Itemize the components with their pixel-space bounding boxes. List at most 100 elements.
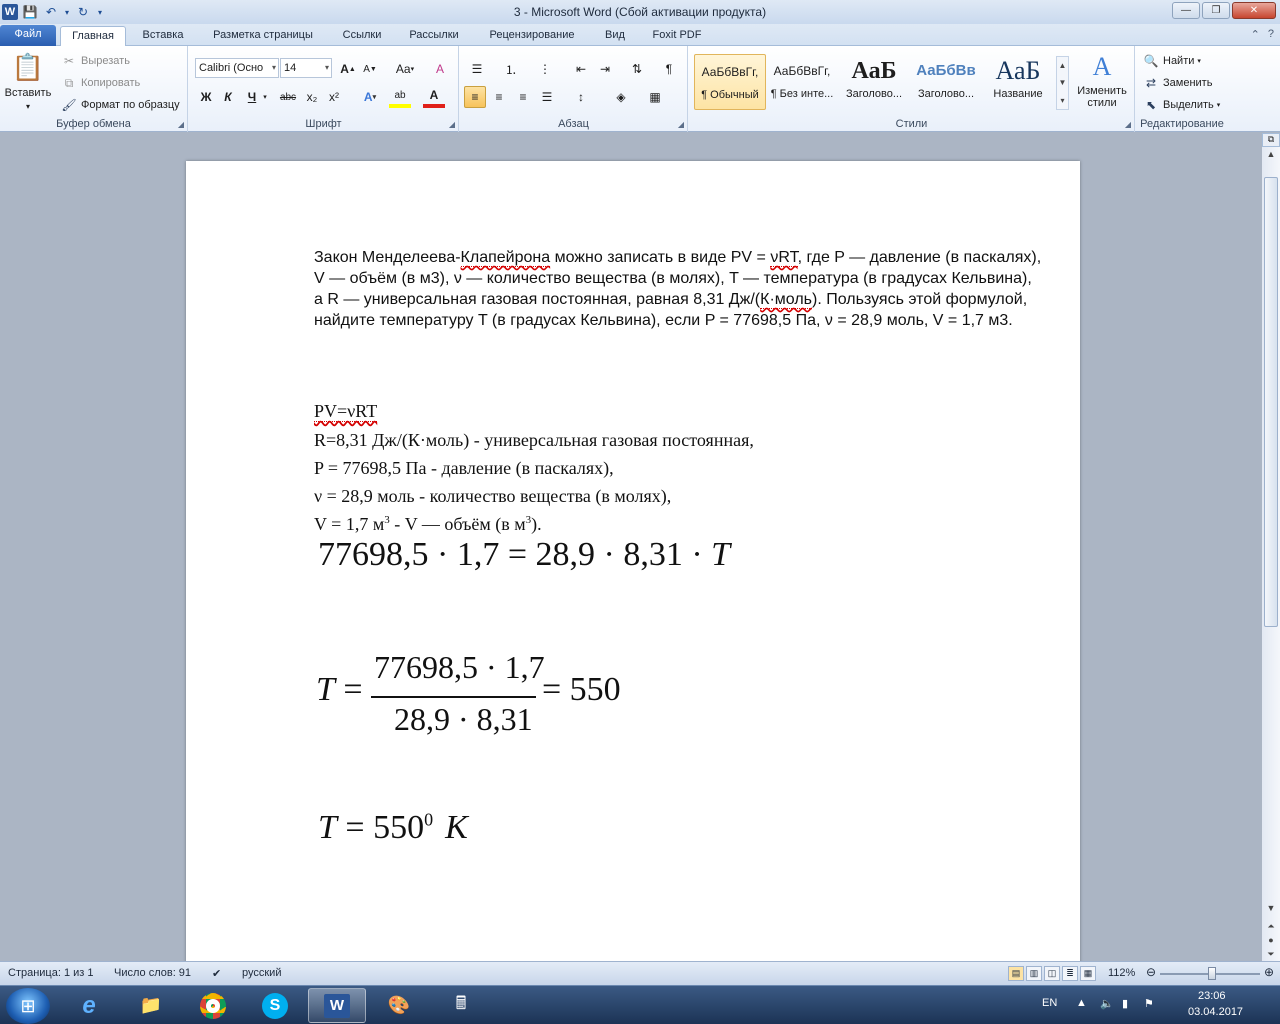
equation-3[interactable]: T = 5500 K bbox=[318, 809, 468, 847]
superscript-button[interactable]: x² bbox=[323, 86, 345, 108]
page-count[interactable]: Страница: 1 из 1 bbox=[8, 967, 94, 979]
clock-time[interactable]: 23:06 bbox=[1198, 990, 1226, 1002]
style-no-spacing[interactable]: АаБбВвГг, ¶ Без инте... bbox=[766, 54, 838, 110]
document-page[interactable]: Закон Менделеева-Клапейрона можно записа… bbox=[186, 161, 1080, 961]
document-area[interactable]: Закон Менделеева-Клапейрона можно записа… bbox=[0, 133, 1262, 961]
clear-formatting-button[interactable]: A bbox=[429, 58, 451, 80]
next-page-icon[interactable]: ⏷ bbox=[1264, 947, 1278, 961]
bold-button[interactable]: Ж bbox=[195, 86, 217, 108]
font-name-dropdown-icon[interactable]: ▾ bbox=[272, 59, 276, 77]
clipboard-dialog-launcher-icon[interactable]: ◢ bbox=[178, 120, 184, 129]
tab-references[interactable]: Ссылки bbox=[334, 26, 390, 46]
taskbar-word[interactable]: W bbox=[308, 988, 366, 1023]
line-spacing-button[interactable]: ↕ bbox=[570, 86, 592, 108]
sort-button[interactable]: ⇅ bbox=[626, 58, 648, 80]
font-color-button[interactable]: A bbox=[423, 86, 445, 108]
change-styles-button[interactable]: A Изменить стили bbox=[1073, 52, 1131, 110]
style-normal[interactable]: АаБбВвГг, ¶ Обычный bbox=[694, 54, 766, 110]
previous-page-icon[interactable]: ⏶ bbox=[1264, 919, 1278, 933]
problem-paragraph[interactable]: Закон Менделеева-Клапейрона можно записа… bbox=[314, 247, 1044, 331]
gas-constant-line[interactable]: R=8,31 Дж/(К·моль) - универсальная газов… bbox=[314, 430, 754, 451]
amount-line[interactable]: ν = 28,9 моль - количество вещества (в м… bbox=[314, 486, 671, 507]
format-painter-button[interactable]: 🖌 Формат по образцу bbox=[60, 96, 179, 114]
browse-object-icon[interactable]: ● bbox=[1264, 933, 1278, 947]
zoom-out-icon[interactable]: ⊖ bbox=[1146, 965, 1156, 979]
zoom-level[interactable]: 112% bbox=[1108, 967, 1135, 979]
shrink-font-button[interactable]: A ▼ bbox=[359, 58, 381, 80]
network-icon[interactable]: ▮ bbox=[1122, 997, 1128, 1010]
style-heading2[interactable]: АаБбВв Заголово... bbox=[910, 54, 982, 110]
numbering-button[interactable]: ⒈ bbox=[500, 58, 522, 80]
justify-button[interactable]: ☰ bbox=[536, 86, 558, 108]
subscript-button[interactable]: x₂ bbox=[301, 86, 323, 108]
web-layout-view-icon[interactable]: ◫ bbox=[1044, 966, 1060, 981]
increase-indent-button[interactable]: ⇥ bbox=[594, 58, 616, 80]
strikethrough-button[interactable]: abc bbox=[277, 86, 299, 108]
italic-button[interactable]: К bbox=[217, 86, 239, 108]
multilevel-list-button[interactable]: ⋮ bbox=[534, 58, 556, 80]
print-layout-view-icon[interactable]: ▤ bbox=[1008, 966, 1024, 981]
zoom-in-icon[interactable]: ⊕ bbox=[1264, 965, 1274, 979]
zoom-slider-thumb[interactable] bbox=[1208, 967, 1216, 980]
style-title[interactable]: АаБ Название bbox=[982, 54, 1054, 110]
select-button[interactable]: ⬉ Выделить ▾ bbox=[1142, 96, 1220, 114]
formula-line[interactable]: PV=νRT bbox=[314, 401, 378, 422]
close-button[interactable]: ✕ bbox=[1232, 2, 1276, 19]
show-marks-button[interactable]: ¶ bbox=[658, 58, 680, 80]
draft-view-icon[interactable]: ▦ bbox=[1080, 966, 1096, 981]
font-size-combo[interactable]: 14 ▾ bbox=[280, 58, 332, 78]
spellcheck-word[interactable]: К·моль bbox=[760, 291, 812, 309]
style-heading1[interactable]: АаБ Заголово... bbox=[838, 54, 910, 110]
align-left-button[interactable]: ≡ bbox=[464, 86, 486, 108]
underline-dropdown-icon[interactable]: ▾ bbox=[259, 86, 271, 108]
styles-scroll[interactable]: ▲ ▼ ▾ bbox=[1056, 56, 1069, 110]
start-button[interactable]: ⊞ bbox=[6, 988, 50, 1024]
styles-up-icon[interactable]: ▲ bbox=[1059, 61, 1067, 70]
scroll-up-icon[interactable]: ▲ bbox=[1264, 147, 1278, 161]
spellcheck-word[interactable]: Клапейрона bbox=[460, 249, 551, 267]
scroll-down-icon[interactable]: ▼ bbox=[1264, 901, 1278, 915]
spellcheck-word[interactable]: νRT bbox=[770, 249, 798, 267]
reading-view-icon[interactable]: ▥ bbox=[1026, 966, 1042, 981]
tab-mailings[interactable]: Рассылки bbox=[400, 26, 468, 46]
pressure-line[interactable]: P = 77698,5 Па - давление (в паскалях), bbox=[314, 458, 614, 479]
show-hidden-icons-icon[interactable]: ▲ bbox=[1076, 997, 1087, 1009]
decrease-indent-button[interactable]: ⇤ bbox=[570, 58, 592, 80]
proofing-icon[interactable]: ✔ bbox=[212, 967, 221, 980]
clock-date[interactable]: 03.04.2017 bbox=[1188, 1006, 1243, 1018]
shading-button[interactable]: ◈ bbox=[610, 86, 632, 108]
taskbar-calculator[interactable]: 🖩 bbox=[432, 988, 490, 1023]
tab-insert[interactable]: Вставка bbox=[134, 26, 192, 46]
tab-foxit-pdf[interactable]: Foxit PDF bbox=[644, 26, 710, 46]
borders-button[interactable]: ▦ bbox=[644, 86, 666, 108]
volume-icon[interactable]: 🔈 bbox=[1100, 997, 1114, 1010]
taskbar-skype[interactable]: S bbox=[246, 988, 304, 1023]
styles-more-icon[interactable]: ▾ bbox=[1060, 96, 1064, 105]
grow-font-button[interactable]: A ▲ bbox=[337, 58, 359, 80]
replace-button[interactable]: ⇄ Заменить bbox=[1142, 74, 1212, 92]
copy-button[interactable]: ⧉ Копировать bbox=[60, 74, 141, 92]
font-size-dropdown-icon[interactable]: ▾ bbox=[325, 59, 329, 77]
tab-view[interactable]: Вид bbox=[596, 26, 634, 46]
equation-1[interactable]: 77698,5 · 1,7 = 28,9 · 8,31 · T bbox=[318, 536, 730, 574]
taskbar-explorer[interactable]: 📁 bbox=[122, 988, 180, 1023]
tab-review[interactable]: Рецензирование bbox=[478, 26, 586, 46]
tab-file[interactable]: Файл bbox=[0, 25, 56, 46]
ruler-toggle-icon[interactable]: ⧉ bbox=[1262, 133, 1280, 147]
paragraph-dialog-launcher-icon[interactable]: ◢ bbox=[678, 120, 684, 129]
outline-view-icon[interactable]: ≣ bbox=[1062, 966, 1078, 981]
minimize-ribbon-icon[interactable]: ⌃ bbox=[1251, 28, 1260, 41]
find-button[interactable]: 🔍 Найти ▾ bbox=[1142, 52, 1201, 70]
taskbar-paint[interactable]: 🎨 bbox=[370, 988, 428, 1023]
styles-down-icon[interactable]: ▼ bbox=[1059, 78, 1067, 87]
minimize-button[interactable]: — bbox=[1172, 2, 1200, 19]
cut-button[interactable]: ✂ Вырезать bbox=[60, 52, 130, 70]
word-count[interactable]: Число слов: 91 bbox=[114, 967, 191, 979]
change-case-button[interactable]: Aa ▾ bbox=[391, 58, 419, 80]
font-name-combo[interactable]: Calibri (Осно ▾ bbox=[195, 58, 279, 78]
action-center-icon[interactable]: ⚑ bbox=[1144, 997, 1154, 1010]
taskbar-chrome[interactable] bbox=[184, 988, 242, 1023]
equation-2[interactable]: T = 77698,5 · 1,7 28,9 · 8,31 = 550 bbox=[316, 641, 646, 751]
styles-dialog-launcher-icon[interactable]: ◢ bbox=[1125, 120, 1131, 129]
align-right-button[interactable]: ≡ bbox=[512, 86, 534, 108]
